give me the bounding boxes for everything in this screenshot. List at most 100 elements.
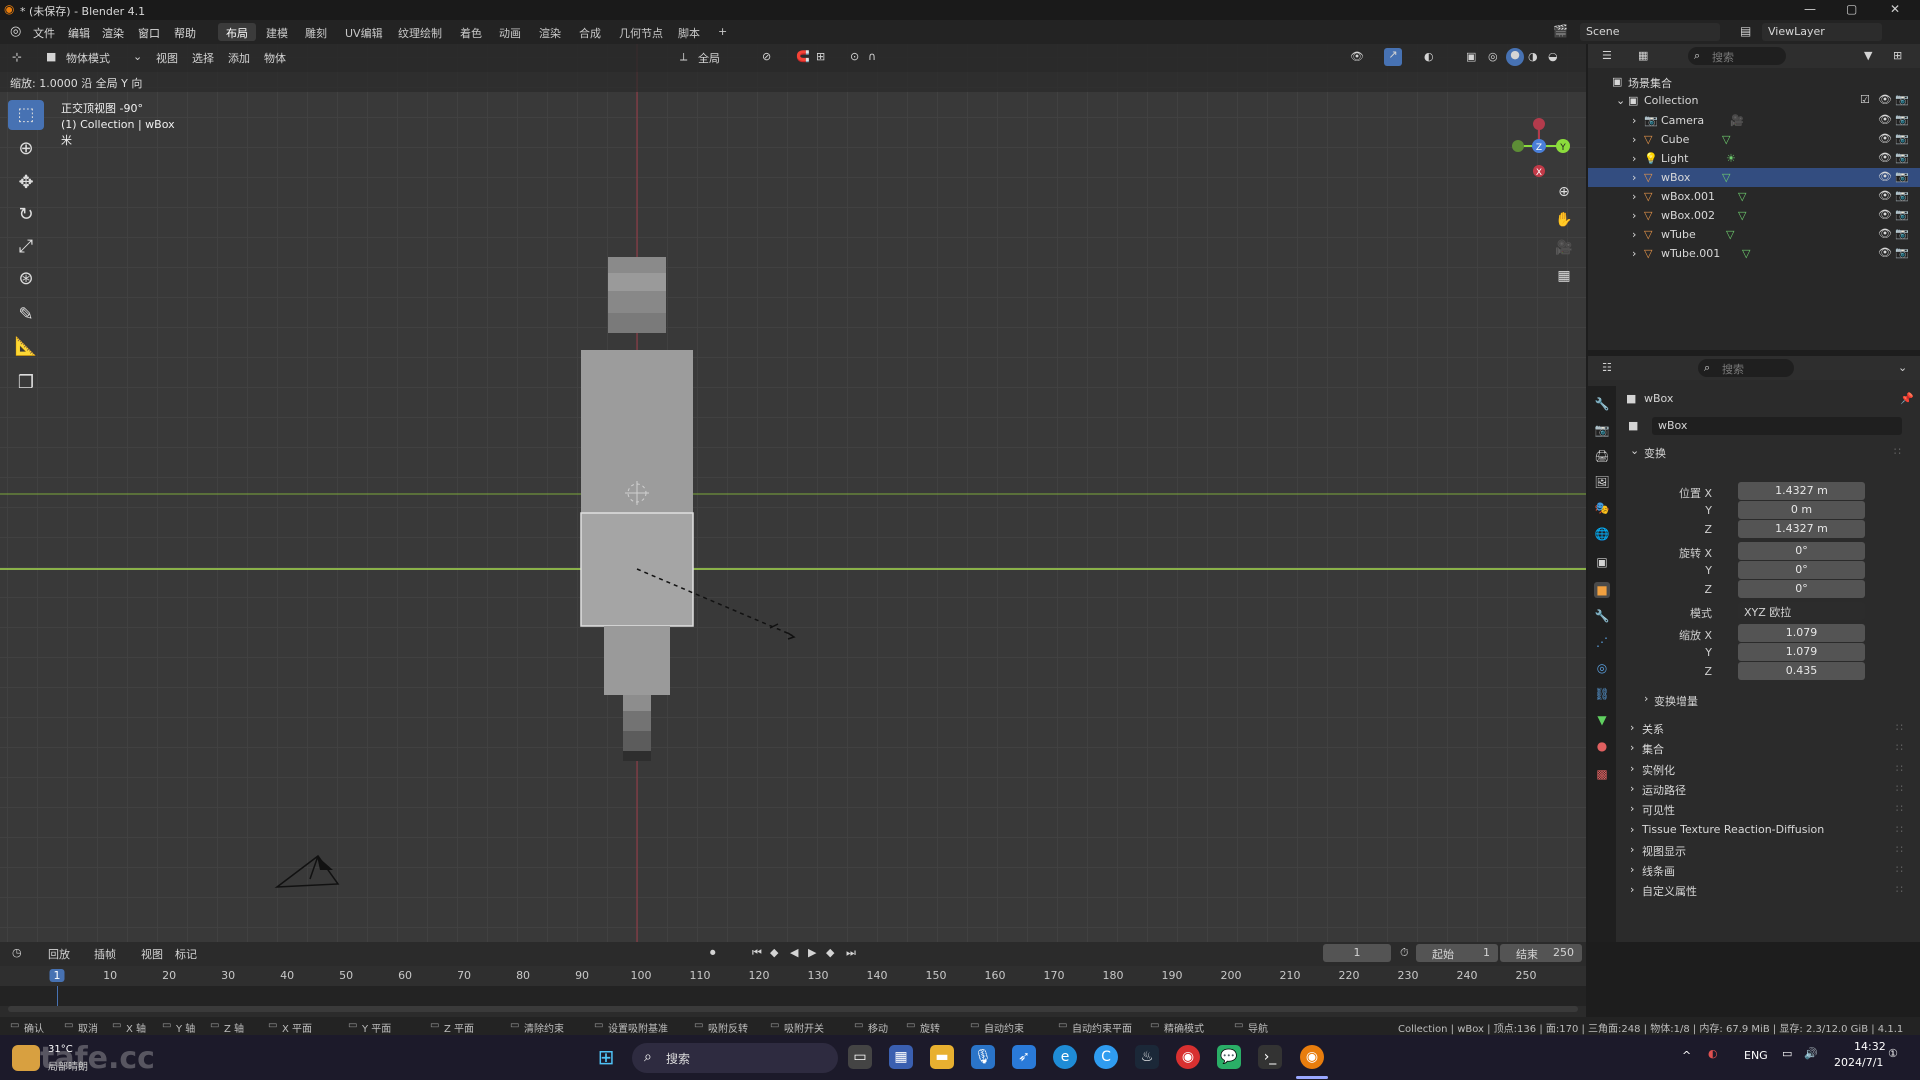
- object-name-field[interactable]: wBox: [1652, 417, 1902, 435]
- properties-panel-1[interactable]: › 集合 ∷: [1628, 738, 1910, 758]
- end-frame-field[interactable]: 结束 250: [1500, 944, 1582, 962]
- play-reverse-icon[interactable]: ◀: [790, 946, 798, 959]
- render-camera-icon[interactable]: 📷: [1895, 170, 1909, 183]
- tab-animation[interactable]: 动画: [491, 23, 529, 41]
- tray-chevron-icon[interactable]: ^: [1682, 1049, 1691, 1062]
- properties-panel-4[interactable]: › 可见性 ∷: [1628, 799, 1910, 819]
- render-camera-icon[interactable]: 📷: [1895, 246, 1909, 259]
- timeline-menu-keying[interactable]: 插帧: [94, 946, 116, 962]
- mesh-data-icon[interactable]: ▽: [1722, 171, 1730, 184]
- annotate-tool-icon[interactable]: ✎: [8, 300, 44, 330]
- rotation-x-field[interactable]: 0°: [1738, 542, 1865, 560]
- outliner-collection[interactable]: ⌄ ▣ Collection ☑ 👁 📷: [1588, 91, 1920, 110]
- data-tab-icon[interactable]: ▼: [1594, 712, 1610, 728]
- outliner-item-wbox-001[interactable]: › ▽ wBox.001 ▽ 👁 📷: [1588, 187, 1920, 206]
- texture-tab-icon[interactable]: ▩: [1594, 766, 1610, 782]
- outliner-item-cube[interactable]: › ▽ Cube ▽ 👁 📷: [1588, 130, 1920, 149]
- transform-tool-icon[interactable]: ⊛: [8, 264, 44, 294]
- outliner-item-wbox-002[interactable]: › ▽ wBox.002 ▽ 👁 📷: [1588, 206, 1920, 225]
- delta-transform-header[interactable]: 变换增量: [1654, 693, 1698, 709]
- chevron-right-icon[interactable]: ›: [1632, 114, 1636, 127]
- object-tab-icon[interactable]: ■: [1594, 582, 1610, 598]
- measure-tool-icon[interactable]: 📐: [8, 332, 44, 362]
- browser-app-icon[interactable]: C: [1094, 1045, 1118, 1069]
- pivot-icon[interactable]: ⊘: [762, 50, 771, 63]
- gizmo-toggle-icon[interactable]: ↗: [1384, 48, 1402, 66]
- file-explorer-icon[interactable]: ▬: [930, 1045, 954, 1069]
- viewport-menu-object[interactable]: 物体: [264, 50, 286, 66]
- drag-handle-icon[interactable]: ∷: [1894, 445, 1901, 458]
- drag-handle-icon[interactable]: ∷: [1896, 721, 1903, 734]
- display-mode-icon[interactable]: ▦: [1638, 49, 1648, 62]
- select-box-tool-icon[interactable]: ⬚: [8, 100, 44, 130]
- filter-icon[interactable]: ▼: [1864, 49, 1872, 62]
- physics-tab-icon[interactable]: ◎: [1594, 660, 1610, 676]
- constraints-tab-icon[interactable]: ⛓: [1594, 686, 1610, 702]
- blender-taskbar-icon[interactable]: ◉: [1300, 1045, 1324, 1069]
- scale-z-field[interactable]: 0.435: [1738, 662, 1865, 680]
- properties-panel-6[interactable]: › 视图显示 ∷: [1628, 840, 1910, 860]
- timeline-track-area[interactable]: [0, 986, 1586, 1006]
- timeline-menu-marker[interactable]: 标记: [175, 946, 197, 962]
- mesh-data-icon[interactable]: ▽: [1738, 209, 1746, 222]
- overlay-toggle-icon[interactable]: ◐: [1424, 50, 1434, 63]
- timeline-scrollbar[interactable]: [8, 1006, 1578, 1012]
- chevron-right-icon[interactable]: ›: [1632, 247, 1636, 260]
- eye-icon[interactable]: 👁: [1878, 189, 1892, 202]
- outliner-scene-collection[interactable]: ▣ 场景集合: [1588, 72, 1920, 91]
- maximize-icon[interactable]: ▢: [1846, 2, 1857, 16]
- move-tool-icon[interactable]: ✥: [8, 168, 44, 198]
- network-icon[interactable]: ▭: [1782, 1047, 1792, 1060]
- collection-tab-icon[interactable]: ▣: [1594, 554, 1610, 570]
- xray-toggle-icon[interactable]: ▣: [1466, 50, 1476, 63]
- properties-panel-8[interactable]: › 自定义属性 ∷: [1628, 880, 1910, 900]
- voice-app-icon[interactable]: 🎙: [971, 1045, 995, 1069]
- menu-help[interactable]: 帮助: [174, 25, 196, 41]
- viewport-menu-add[interactable]: 添加: [228, 50, 250, 66]
- taskbar-search-box[interactable]: ⌕ 搜索: [632, 1043, 838, 1073]
- new-collection-icon[interactable]: ⊞: [1893, 49, 1902, 62]
- 3d-viewport[interactable]: Y Z X ⊕ ✋ 🎥 ▦: [0, 44, 1586, 942]
- mesh-data-icon[interactable]: ▽: [1722, 133, 1730, 146]
- snap-icon[interactable]: 🧲: [796, 50, 810, 63]
- play-icon[interactable]: ▶: [808, 946, 816, 959]
- steam-icon[interactable]: ♨: [1135, 1045, 1159, 1069]
- properties-panel-2[interactable]: › 实例化 ∷: [1628, 759, 1910, 779]
- location-y-field[interactable]: 0 m: [1738, 501, 1865, 519]
- zoom-icon[interactable]: ⊕: [1552, 180, 1576, 204]
- scene-selector[interactable]: Scene: [1580, 23, 1720, 41]
- app-arrow-icon[interactable]: ➶: [1012, 1045, 1036, 1069]
- timeline-ruler[interactable]: 1 10 20 30 40 50 60 70 80 90 100 110 120 130 140 150 160…: [0, 966, 1586, 986]
- outliner-item-wbox[interactable]: › ▽ wBox ▽ 👁 📷: [1588, 168, 1920, 187]
- viewport-menu-view[interactable]: 视图: [156, 50, 178, 66]
- drag-handle-icon[interactable]: ∷: [1896, 863, 1903, 876]
- checkbox-icon[interactable]: ☑: [1860, 93, 1870, 106]
- render-camera-icon[interactable]: 📷: [1895, 208, 1909, 221]
- chevron-right-icon[interactable]: ›: [1632, 190, 1636, 203]
- tab-geometry-nodes[interactable]: 几何节点: [611, 23, 671, 41]
- outliner-item-wtube-001[interactable]: › ▽ wTube.001 ▽ 👁 📷: [1588, 244, 1920, 263]
- jump-start-icon[interactable]: ⏮: [752, 946, 762, 960]
- blender-menu-icon[interactable]: ◎: [10, 24, 21, 39]
- scene-tab-icon[interactable]: 🎭: [1594, 500, 1610, 516]
- wechat-icon[interactable]: 💬: [1217, 1045, 1241, 1069]
- outliner-editor-icon[interactable]: ☰: [1602, 49, 1612, 62]
- view-layer-selector[interactable]: ViewLayer: [1762, 23, 1882, 41]
- view-layer-tab-icon[interactable]: 🖼: [1594, 474, 1610, 490]
- add-workspace-button[interactable]: +: [710, 23, 735, 41]
- tab-sculpting[interactable]: 雕刻: [297, 23, 335, 41]
- tab-rendering[interactable]: 渲染: [531, 23, 569, 41]
- eye-icon[interactable]: 👁: [1878, 227, 1892, 240]
- render-camera-icon[interactable]: 📷: [1895, 189, 1909, 202]
- scale-x-field[interactable]: 1.079: [1738, 624, 1865, 642]
- object-mode-dropdown[interactable]: 物体模式: [66, 50, 110, 66]
- mesh-data-icon[interactable]: ▽: [1742, 247, 1750, 260]
- mesh-data-icon[interactable]: ▽: [1738, 190, 1746, 203]
- rotation-y-field[interactable]: 0°: [1738, 561, 1865, 579]
- chevron-down-icon[interactable]: ⌄: [1630, 444, 1639, 457]
- modifier-tab-icon[interactable]: 🔧: [1594, 608, 1610, 624]
- obs-app-icon[interactable]: ◉: [1176, 1045, 1200, 1069]
- chevron-right-icon[interactable]: ›: [1632, 171, 1636, 184]
- world-tab-icon[interactable]: 🌐: [1594, 526, 1610, 542]
- chevron-right-icon[interactable]: ›: [1632, 133, 1636, 146]
